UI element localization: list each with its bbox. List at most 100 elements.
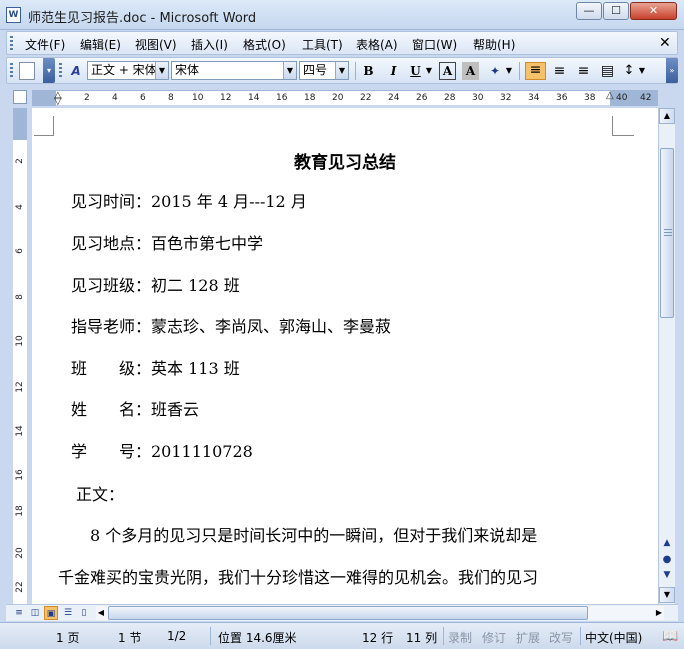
select-browse-object-icon[interactable]: ● xyxy=(661,554,673,568)
vertical-scrollbar[interactable]: ▲ ▲ ● ▼ ▼ xyxy=(658,108,675,604)
chevron-down-icon[interactable]: ▼ xyxy=(638,62,646,80)
doc-line-mentors[interactable]: 指导老师：蒙志珍、李尚凤、郭海山、李曼菽 xyxy=(71,313,391,337)
reading-layout-view-icon[interactable]: ▯ xyxy=(77,606,91,620)
character-border-button[interactable]: A xyxy=(439,62,456,80)
ruler-tick: 22 xyxy=(15,581,25,593)
next-page-icon[interactable]: ▼ xyxy=(661,570,673,584)
status-column: 11 列 xyxy=(406,631,438,645)
menu-format[interactable]: 格式(O) xyxy=(243,36,286,53)
toolbar-grip-icon[interactable] xyxy=(59,63,62,78)
crop-mark xyxy=(612,135,634,136)
menu-bar: 文件(F) 编辑(E) 视图(V) 插入(I) 格式(O) 工具(T) 表格(A… xyxy=(6,31,678,55)
horizontal-scroll-thumb[interactable] xyxy=(108,606,588,620)
font-size-value: 四号 xyxy=(303,63,328,77)
ruler-tick: 12 xyxy=(220,93,232,103)
line-spacing-icon[interactable]: ↕ xyxy=(620,62,638,80)
menu-window[interactable]: 窗口(W) xyxy=(412,36,457,53)
menu-edit[interactable]: 编辑(E) xyxy=(80,36,121,53)
menu-insert[interactable]: 插入(I) xyxy=(191,36,228,53)
menu-tools[interactable]: 工具(T) xyxy=(302,36,343,53)
doc-line-body-heading[interactable]: 正文： xyxy=(76,481,124,505)
status-extend-selection[interactable]: 扩展 xyxy=(516,629,540,646)
chevron-down-icon[interactable]: ▼ xyxy=(155,62,168,79)
minimize-button[interactable]: — xyxy=(576,2,602,20)
menu-file[interactable]: 文件(F) xyxy=(25,36,65,53)
toolbar-grip-icon[interactable] xyxy=(10,63,13,78)
doc-line-location[interactable]: 见习地点：百色市第七中学 xyxy=(71,230,263,254)
horizontal-ruler[interactable]: 2 ▽ △ 4 6 8 10 12 14 16 18 20 22 24 26 2… xyxy=(32,90,658,107)
ruler-tick: 38 xyxy=(584,93,596,103)
document-title[interactable]: 教育见习总结 xyxy=(32,148,658,173)
doc-line-class[interactable]: 见习班级：初二 128 班 xyxy=(71,272,240,296)
doc-line-paragraph-1[interactable]: 8 个多月的见习只是时间长河中的一瞬间，但对于我们来说却是 xyxy=(58,522,537,546)
menu-help[interactable]: 帮助(H) xyxy=(473,36,515,53)
ruler-tick: 20 xyxy=(15,547,25,559)
styles-pane-icon[interactable]: A xyxy=(67,62,85,80)
chevron-down-icon[interactable]: ▼ xyxy=(505,62,513,80)
chevron-down-icon[interactable]: ▼ xyxy=(425,62,433,80)
character-shading-button[interactable]: A xyxy=(462,62,479,80)
status-record-macro[interactable]: 录制 xyxy=(448,629,472,646)
toolbar-separator xyxy=(355,62,356,80)
style-combo-value: 正文 + 宋体 xyxy=(91,63,157,77)
previous-page-icon[interactable]: ▲ xyxy=(661,538,673,552)
scroll-right-arrow-icon[interactable]: ▶ xyxy=(654,607,664,619)
normal-view-icon[interactable]: ≡ xyxy=(12,606,26,620)
scroll-left-arrow-icon[interactable]: ◀ xyxy=(96,607,106,619)
vertical-ruler[interactable]: 2 4 6 8 10 12 14 16 18 20 22 xyxy=(13,108,27,604)
ruler-tick: 34 xyxy=(528,93,540,103)
document-area[interactable]: 教育见习总结 见习时间：2015 年 4 月---12 月 见习地点：百色市第七… xyxy=(32,108,658,604)
crop-mark xyxy=(612,116,613,136)
outline-view-icon[interactable]: ☰ xyxy=(61,606,75,620)
chevron-down-icon[interactable]: ▼ xyxy=(335,62,348,79)
toolbar-options-chevron-icon[interactable]: » xyxy=(666,58,678,83)
menu-table[interactable]: 表格(A) xyxy=(356,36,398,53)
scroll-grip-icon xyxy=(664,229,672,236)
underline-button[interactable]: U xyxy=(407,62,424,80)
menu-grip-icon[interactable] xyxy=(10,36,13,51)
print-layout-view-icon[interactable]: ▣ xyxy=(44,606,58,620)
spelling-status-icon[interactable]: 📖 xyxy=(662,629,678,644)
align-center-icon[interactable]: ≡ xyxy=(549,62,570,80)
status-overtype[interactable]: 改写 xyxy=(549,629,573,646)
toolbar-options-chevron-icon[interactable]: ▾ xyxy=(43,58,55,83)
web-layout-view-icon[interactable]: ◫ xyxy=(28,606,42,620)
close-button[interactable]: ✕ xyxy=(630,2,677,20)
status-language[interactable]: 中文(中国) xyxy=(585,629,642,646)
status-section: 1 节 xyxy=(118,631,142,645)
style-combo[interactable]: 正文 + 宋体 ▼ xyxy=(87,61,169,80)
doc-line-paragraph-2[interactable]: 千金难买的宝贵光阴，我们十分珍惜这一难得的见机会。我们的见习 xyxy=(58,564,538,588)
document-close-icon[interactable]: ✕ xyxy=(659,35,671,51)
doc-line-student-class[interactable]: 班 级：英本 113 班 xyxy=(71,355,240,379)
doc-line-student-id[interactable]: 学 号：2011110728 xyxy=(71,438,253,462)
align-right-icon[interactable]: ≡ xyxy=(573,62,594,80)
scroll-down-arrow-icon[interactable]: ▼ xyxy=(659,587,675,603)
doc-line-name[interactable]: 姓 名：班香云 xyxy=(71,396,199,420)
status-bar: 1 页 1 节 1/2 位置 14.6厘米 12 行 11 列 录制 修订 扩展… xyxy=(0,622,684,649)
vertical-scroll-thumb[interactable] xyxy=(660,148,674,318)
distributed-align-icon[interactable]: ▤ xyxy=(597,62,618,80)
word-app-icon[interactable]: W xyxy=(6,7,21,23)
horizontal-scrollbar[interactable]: ◀ ▶ xyxy=(96,606,664,620)
ruler-tick: 8 xyxy=(168,93,174,103)
right-indent-marker[interactable]: △ xyxy=(606,90,614,101)
tab-selector[interactable] xyxy=(13,90,27,104)
formatting-toolbar: ▾ A 正文 + 宋体 ▼ 宋体 ▼ 四号 ▼ B I U ▼ A A ✦ ▼ … xyxy=(6,57,678,84)
text-effects-icon[interactable]: ✦ xyxy=(485,62,505,80)
hanging-indent-marker[interactable]: △ xyxy=(54,90,62,101)
align-justify-icon[interactable]: ≡ xyxy=(525,62,546,80)
bold-button[interactable]: B xyxy=(360,62,377,80)
crop-mark xyxy=(34,135,54,136)
new-document-icon[interactable] xyxy=(19,62,35,80)
chevron-down-icon[interactable]: ▼ xyxy=(283,62,296,79)
document-page[interactable]: 教育见习总结 见习时间：2015 年 4 月---12 月 见习地点：百色市第七… xyxy=(32,108,658,604)
menu-view[interactable]: 视图(V) xyxy=(135,36,177,53)
maximize-button[interactable]: ☐ xyxy=(603,2,629,20)
status-track-changes[interactable]: 修订 xyxy=(482,629,506,646)
font-size-combo[interactable]: 四号 ▼ xyxy=(299,61,349,80)
scroll-up-arrow-icon[interactable]: ▲ xyxy=(659,108,675,124)
view-and-horizontal-scroll-row: ≡ ◫ ▣ ☰ ▯ ◀ ▶ xyxy=(6,604,678,621)
italic-button[interactable]: I xyxy=(385,62,402,80)
font-combo[interactable]: 宋体 ▼ xyxy=(171,61,297,80)
doc-line-period[interactable]: 见习时间：2015 年 4 月---12 月 xyxy=(71,188,307,212)
